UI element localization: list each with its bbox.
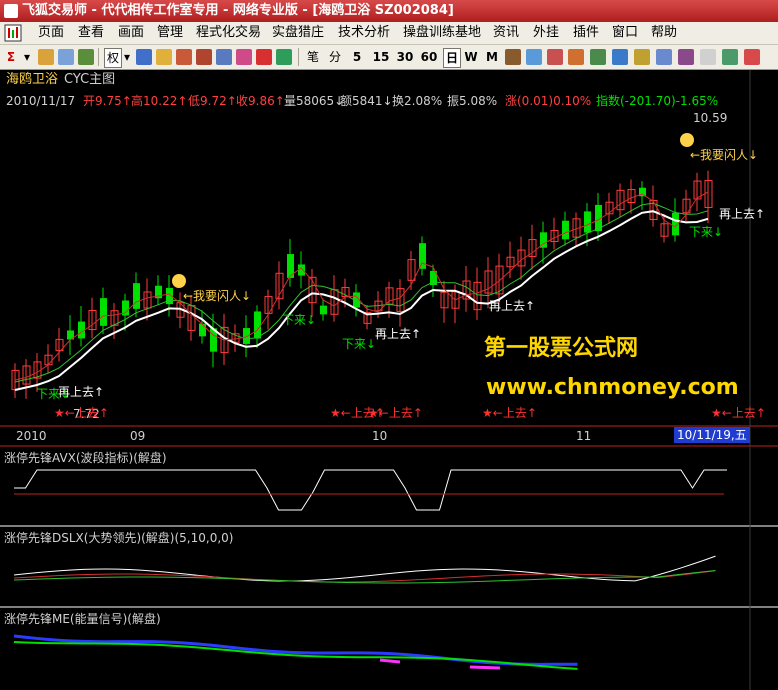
signal-go-up: ★←上去↑ — [711, 406, 766, 420]
signal-come-down: 下来↓ — [342, 337, 377, 351]
quote-turnover: 换2.08% — [392, 94, 443, 108]
me-green-line — [13, 641, 578, 670]
high-price-marker: 10.59 — [693, 111, 728, 125]
quote-high: 高10.22↑ — [131, 94, 188, 108]
quote-change: 涨(0.01)0.10% — [505, 94, 592, 108]
indicator-name: CYC主图 — [64, 72, 116, 87]
dslx-green-line — [13, 570, 716, 584]
candle-body-down — [320, 305, 327, 315]
stock-name: 海鸥卫浴 — [6, 72, 59, 87]
time-label-09: 09 — [130, 429, 146, 443]
me-blue-line — [13, 634, 578, 666]
sub-panel-dslx-title: 涨停先锋DSLX(大势领先)(解盘)(5,10,0,0) — [4, 531, 234, 545]
time-label-10: 10 — [372, 429, 388, 443]
quote-date: 2010/11/17 — [6, 94, 76, 108]
signal-go-up: ★←上去↑ — [368, 406, 423, 420]
cursor-date-label: 10/11/19,五 — [674, 427, 750, 443]
candle-body-down — [133, 283, 140, 309]
quote-amplitude: 振5.08% — [447, 94, 498, 108]
candle-body-down — [584, 211, 591, 233]
sub-panel-me-title: 涨停先锋ME(能量信号)(解盘) — [4, 612, 161, 626]
signal-flash-in: ←我要闪人↓ — [183, 289, 252, 303]
watermark-title: 第一股票公式网 — [484, 336, 639, 361]
quote-index: 指数(-201.70)-1.65% — [596, 94, 719, 108]
me-magenta-segment — [469, 665, 501, 670]
me-magenta-segment — [379, 658, 401, 664]
avx-line — [14, 469, 727, 511]
signal-come-down: 下来↓ — [689, 225, 724, 239]
signal-come-down: 下来↓ — [36, 387, 71, 401]
candle-body-down — [243, 328, 250, 344]
watermark-url: www.chnmoney.com — [486, 375, 739, 400]
candle-body-down — [199, 323, 206, 337]
sub-panel-avx-title: 涨停先锋AVX(波段指标)(解盘) — [4, 451, 167, 465]
signal-go-up: ★←上去↑ — [54, 406, 109, 420]
signal-go-up: ★←上去↑ — [482, 406, 537, 420]
candle-body-down — [254, 311, 261, 339]
quote-volume: 量58065↓ — [284, 94, 345, 108]
smiley-icon — [680, 133, 694, 147]
quote-low: 低9.72↑ — [188, 94, 237, 108]
candle-body-down — [562, 220, 569, 240]
signal-go-again: 再上去↑ — [719, 207, 766, 221]
quote-open: 开9.75↑ — [83, 94, 132, 108]
signal-flash-in: ←我要闪人↓ — [690, 148, 759, 162]
quote-close: 收9.86↑ — [236, 94, 285, 108]
signal-go-again: 再上去↑ — [375, 327, 422, 341]
quote-amount: 额5841↓ — [340, 94, 393, 108]
candle-body-down — [419, 243, 426, 269]
signal-go-again: 再上去↑ — [489, 299, 536, 313]
signal-come-down: 下来↓ — [282, 313, 317, 327]
time-label-11: 11 — [576, 429, 592, 443]
smiley-icon — [172, 274, 186, 288]
time-label-2010: 2010 — [16, 429, 47, 443]
ma-white-line — [14, 210, 709, 391]
candle-body-down — [100, 298, 107, 326]
